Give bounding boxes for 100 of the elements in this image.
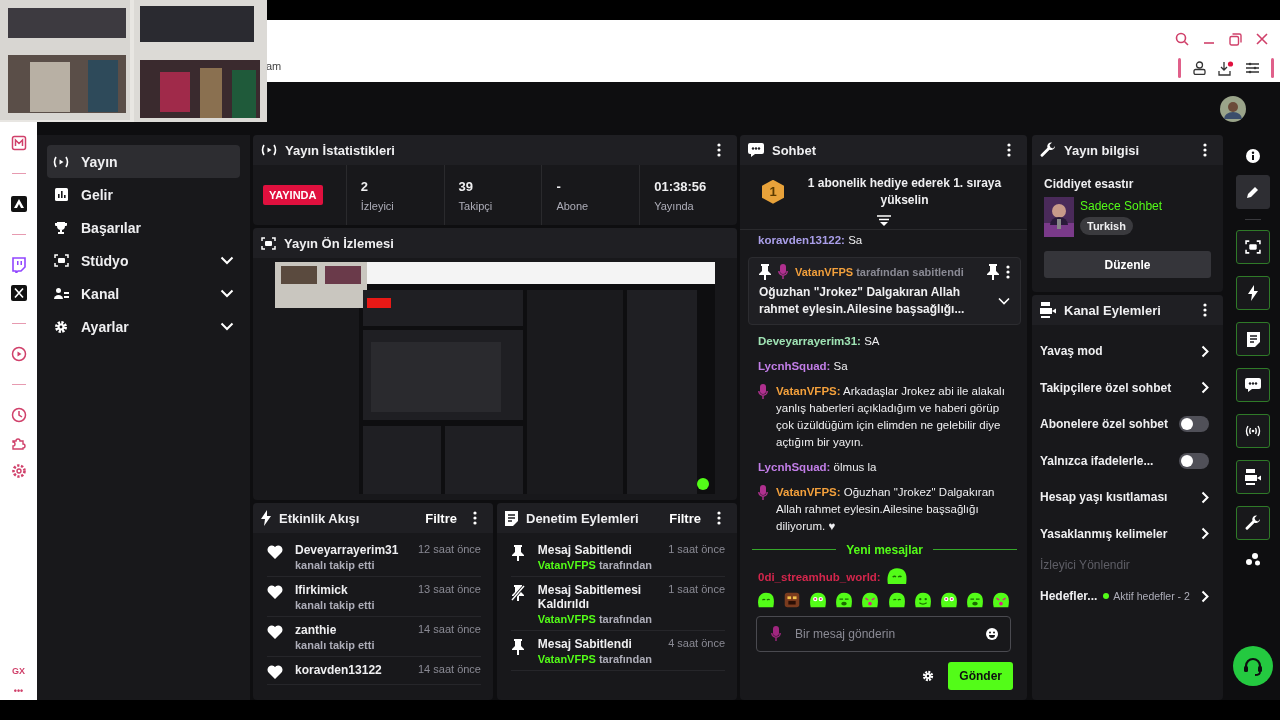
emote-icon[interactable] <box>938 590 959 610</box>
panel-toggle-button[interactable] <box>1236 414 1270 448</box>
emote-icon[interactable] <box>964 590 985 610</box>
action-item[interactable]: Hesap yaşı kısıtlaması <box>1040 490 1197 505</box>
event-text: kanalı takip etti <box>295 639 376 651</box>
filter-button[interactable]: Filtre <box>417 510 465 526</box>
panel-toggle-button[interactable] <box>1236 460 1270 494</box>
more-icon[interactable] <box>1203 303 1207 317</box>
sidebar-label[interactable]: ••• <box>13 686 24 696</box>
screen-icon <box>261 236 276 250</box>
send-button[interactable]: Gönder <box>948 662 1013 690</box>
toggle-switch[interactable] <box>1179 452 1209 469</box>
avatar[interactable] <box>1220 95 1246 122</box>
mail-icon[interactable] <box>10 135 27 151</box>
chevron-right-icon[interactable] <box>1201 589 1209 603</box>
nav-item[interactable]: Kanal <box>47 277 240 310</box>
chevron-down-icon[interactable] <box>220 289 234 298</box>
event-time: 14 saat önce <box>418 663 481 675</box>
category-link[interactable]: Sadece Sohbet <box>1080 199 1163 213</box>
chevron-right-icon[interactable] <box>1201 344 1209 358</box>
panel-toggle-button[interactable] <box>1236 322 1270 356</box>
nav-item[interactable]: Yayın <box>47 145 240 178</box>
emote-icon[interactable] <box>756 590 776 610</box>
chat-bubble-icon[interactable] <box>10 257 27 273</box>
tag[interactable]: Turkish <box>1080 217 1133 235</box>
more-icon[interactable] <box>473 511 477 525</box>
action-item[interactable]: Takipçilere özel sohbet <box>1040 380 1197 395</box>
unpin-icon <box>511 585 526 601</box>
more-icon[interactable] <box>1007 143 1011 157</box>
chevron-right-icon[interactable] <box>1201 490 1209 504</box>
close-icon[interactable] <box>1256 33 1268 45</box>
follower-name: Deveyarrayerim31 <box>295 543 400 557</box>
restore-icon[interactable] <box>1229 32 1242 46</box>
filter-button[interactable]: Filtre <box>661 510 709 526</box>
info-icon[interactable] <box>1246 149 1260 163</box>
more-icon[interactable] <box>1203 143 1207 157</box>
profile-icon[interactable] <box>1193 61 1206 75</box>
download-icon[interactable] <box>1218 60 1234 76</box>
chat-input[interactable]: Bir mesaj gönderin <box>756 616 1011 652</box>
stat-label: Yayında <box>654 199 695 212</box>
emote-icon[interactable] <box>886 590 907 610</box>
nav-item[interactable]: Ayarlar <box>47 310 240 343</box>
chevron-right-icon[interactable] <box>1201 381 1209 395</box>
app-icon[interactable] <box>10 196 27 212</box>
edit-button[interactable]: Düzenle <box>1044 251 1211 278</box>
panel-toggle-button[interactable] <box>1236 230 1270 264</box>
emote-icon[interactable] <box>912 590 933 610</box>
heart-icon <box>267 545 283 559</box>
dots-icon[interactable] <box>1245 552 1261 566</box>
nav-item[interactable]: Gelir <box>47 178 240 211</box>
event-time: 12 saat önce <box>418 543 481 555</box>
action-item[interactable]: Hedefler... <box>1040 589 1098 604</box>
action-item: Abonelere özel sohbet <box>1040 417 1170 432</box>
action-title: Mesaj Sabitlendi <box>537 637 633 651</box>
x-icon[interactable] <box>10 285 27 301</box>
collapse-icon[interactable] <box>876 214 891 227</box>
more-icon[interactable] <box>717 511 721 525</box>
action-item[interactable]: Yasaklanmış kelimeler <box>1040 526 1197 541</box>
follower-name: zanthie <box>295 623 338 637</box>
clock-icon[interactable] <box>10 407 27 423</box>
bolt-icon <box>261 510 271 526</box>
chat-message: LycnhSquad: Sa <box>758 358 849 374</box>
action-item[interactable]: Yavaş mod <box>1040 344 1197 359</box>
stat-value: - <box>556 178 562 194</box>
nav-item[interactable]: Stüdyo <box>47 244 240 277</box>
event-time: 1 saat önce <box>667 583 725 595</box>
nav-item[interactable]: Başarılar <box>47 211 240 244</box>
broadcast-icon <box>261 144 277 156</box>
stat-label: Abone <box>556 199 590 212</box>
emote-icon[interactable] <box>991 590 1011 610</box>
emoji-icon[interactable] <box>986 628 998 640</box>
chevron-right-icon[interactable] <box>1201 527 1209 541</box>
sidebar-label[interactable]: GX <box>12 666 25 676</box>
emote-icon[interactable] <box>834 590 855 610</box>
toggle-switch[interactable] <box>1179 416 1209 433</box>
chat-message: Deveyarrayerim31: SA <box>758 333 881 349</box>
panel-title: Denetim Eylemleri <box>526 510 639 526</box>
document-icon <box>1246 331 1260 347</box>
menu-icon[interactable] <box>1246 62 1259 74</box>
emote-icon[interactable] <box>860 590 881 610</box>
chevron-down-icon[interactable] <box>998 296 1010 305</box>
more-icon[interactable] <box>717 143 721 157</box>
screen-icon <box>1245 240 1261 254</box>
more-icon[interactable] <box>1006 264 1010 279</box>
search-icon[interactable] <box>1175 32 1189 46</box>
edit-button[interactable] <box>1236 175 1270 209</box>
panel-toggle-button[interactable] <box>1236 368 1270 402</box>
emote-icon[interactable] <box>808 590 829 610</box>
promo-text: 1 abonelik hediye ederek 1. sıraya yükselin <box>806 175 1003 209</box>
pencil-icon <box>1246 185 1260 199</box>
chevron-down-icon[interactable] <box>220 322 234 331</box>
address-text[interactable]: am <box>266 60 282 72</box>
play-icon[interactable] <box>10 346 27 362</box>
puzzle-icon[interactable] <box>10 435 27 451</box>
message-field[interactable]: Bir mesaj gönderin <box>793 626 974 642</box>
panel-title: Kanal Eylemleri <box>1064 302 1161 318</box>
panel-toggle-button[interactable] <box>1236 506 1270 540</box>
support-button[interactable] <box>1233 646 1273 686</box>
panel-toggle-button[interactable] <box>1236 276 1270 310</box>
chevron-down-icon[interactable] <box>220 256 234 265</box>
